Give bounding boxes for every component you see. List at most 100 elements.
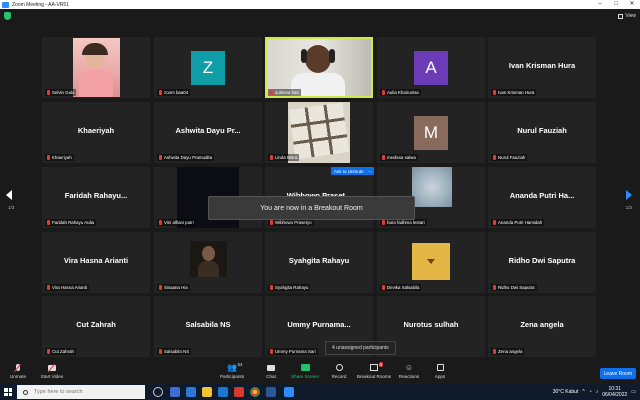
- participant-video: [73, 38, 120, 97]
- close-button[interactable]: ✕: [624, 0, 640, 9]
- participant-tile[interactable]: Faridah Rahayu... Faridah Rahayu Aulia: [42, 167, 150, 228]
- next-page-button[interactable]: [626, 190, 634, 202]
- minimize-button[interactable]: –: [592, 0, 608, 9]
- participant-tile[interactable]: Syahgita Rahayu Syahgita Rahayu: [265, 232, 373, 293]
- participant-tile[interactable]: Sisaana Hia: [154, 232, 262, 293]
- notifications-icon[interactable]: ▭: [631, 389, 636, 395]
- participant-name-label: Ashwita Dayu Pramudita: [157, 154, 215, 161]
- participant-tile[interactable]: Z zoom baa04: [154, 37, 262, 98]
- page-indicator-left: 1/3: [8, 205, 15, 210]
- ask-to-unmute-button[interactable]: Ask to Unmute: [331, 167, 367, 175]
- breakout-rooms-button[interactable]: 4 Breakout Rooms: [356, 362, 392, 379]
- unassigned-participants-notice[interactable]: 4 unassigned participants: [325, 341, 396, 355]
- chat-button[interactable]: Chat: [253, 363, 289, 379]
- edge-icon[interactable]: [186, 387, 196, 397]
- participant-name-label: Ananda Putri Hamidah: [491, 219, 545, 226]
- participant-name-label: Nurul Fauziah: [491, 154, 528, 161]
- apps-button[interactable]: Apps: [422, 363, 458, 379]
- participant-tile[interactable]: Khaeriyah Khaeriyah: [42, 102, 150, 163]
- participant-tile[interactable]: Cut Zahrah Cut Zahrah: [42, 296, 150, 357]
- participant-name-label: Faridah Rahayu Aulia: [45, 219, 96, 226]
- participant-name-label: Cut Zahrah: [45, 348, 76, 355]
- participant-name-label: Devika Salsabila: [380, 284, 422, 291]
- participant-name-label: Ridho Dwi Saputra: [491, 284, 537, 291]
- participant-tile[interactable]: Nurul Fauziah Nurul Fauziah: [488, 102, 596, 163]
- participant-tile[interactable]: Salsabila NS Salsabila NS: [154, 296, 262, 357]
- clock[interactable]: 10:31 06/04/2022: [602, 386, 627, 398]
- video-off-icon: [48, 363, 57, 372]
- mic-muted-icon: [270, 349, 273, 354]
- participants-button[interactable]: 👥 54 Participants: [214, 362, 250, 379]
- participant-tile[interactable]: A Aulia Khairunisa: [377, 37, 485, 98]
- grid-icon: [618, 13, 624, 19]
- participant-tile[interactable]: Vira Hasna Arianti Vira Hasna Arianti: [42, 232, 150, 293]
- weather-status[interactable]: 30°C Kabut: [553, 389, 579, 395]
- mic-muted-icon: [159, 155, 162, 160]
- file-explorer-icon[interactable]: [202, 387, 212, 397]
- chat-icon: [267, 363, 276, 372]
- view-button[interactable]: View: [618, 12, 636, 20]
- chevron-left-icon: [6, 190, 12, 200]
- tray-chevron-icon[interactable]: ^: [582, 389, 584, 395]
- participant-tile[interactable]: Ananda Putri Ha... Ananda Putri Hamidah: [488, 167, 596, 228]
- participant-name-label: Syahgita Rahayu: [268, 284, 311, 291]
- participant-tile[interactable]: Devika Salsabila: [377, 232, 485, 293]
- leave-room-button[interactable]: Leave Room: [599, 368, 636, 379]
- mail-icon[interactable]: [218, 387, 228, 397]
- network-icon[interactable]: ◔: [589, 389, 592, 395]
- zoom-taskbar-icon[interactable]: [284, 387, 294, 397]
- breakout-rooms-icon: 4: [370, 362, 384, 372]
- participant-display-name: Khaeriyah: [77, 126, 115, 135]
- volume-icon[interactable]: ♪: [596, 389, 599, 395]
- mic-muted-icon: [382, 90, 385, 95]
- participant-tile[interactable]: M medissa salwa: [377, 102, 485, 163]
- chrome-icon[interactable]: [250, 387, 260, 397]
- mic-muted-icon: [159, 285, 162, 290]
- previous-page-button[interactable]: [6, 190, 14, 202]
- mic-muted-icon: [47, 155, 50, 160]
- participant-name-label: Ummy Purnama Sari: [268, 348, 318, 355]
- office-icon[interactable]: [234, 387, 244, 397]
- search-icon: [23, 389, 28, 395]
- mic-muted-icon: [382, 220, 385, 225]
- title-bar: Zoom Meeting - AA-VR51 – □ ✕: [0, 0, 640, 9]
- participant-tile[interactable]: Linda Nitira: [265, 102, 373, 163]
- share-screen-button[interactable]: Share Screen: [287, 363, 323, 379]
- maximize-button[interactable]: □: [608, 0, 624, 9]
- word-icon[interactable]: [266, 387, 276, 397]
- meeting-controls-bar: Unmute Start Video 👥 54 Participants Chat…: [0, 360, 640, 384]
- participant-display-name: Ridho Dwi Saputra: [508, 256, 576, 265]
- taskbar-search-input[interactable]: [34, 389, 134, 395]
- active-speaker-tile[interactable]: sutrisna hati: [265, 37, 373, 98]
- participant-display-name: Nurul Fauziah: [517, 126, 567, 135]
- participant-tile[interactable]: Ivan Krisman Hura Ivan Krisman Hura: [488, 37, 596, 98]
- start-video-button[interactable]: Start Video: [34, 363, 70, 379]
- security-shield-icon[interactable]: [4, 12, 11, 20]
- mic-muted-icon: [493, 349, 496, 354]
- participant-name-label: Salsabila NS: [157, 348, 192, 355]
- participant-display-name: Salsabila NS: [185, 320, 231, 329]
- participant-tile[interactable]: Ridho Dwi Saputra Ridho Dwi Saputra: [488, 232, 596, 293]
- unmute-button[interactable]: Unmute: [0, 363, 36, 379]
- record-button[interactable]: Record: [321, 363, 357, 379]
- participant-tile[interactable]: Ashwita Dayu Pr... Ashwita Dayu Pramudit…: [154, 102, 262, 163]
- participant-tile[interactable]: Selvin Gulo: [42, 37, 150, 98]
- taskbar-search[interactable]: [17, 385, 145, 399]
- app-icon[interactable]: [170, 387, 180, 397]
- task-view-icon[interactable]: [153, 387, 163, 397]
- participant-name-label: Linda Nitira: [268, 154, 300, 161]
- mic-muted-icon: [493, 220, 496, 225]
- participant-avatar: M: [414, 116, 448, 150]
- participant-name-label: sutrisna hati: [268, 89, 301, 96]
- participant-display-name: Ivan Krisman Hura: [508, 61, 576, 70]
- participant-video: [412, 167, 452, 207]
- more-options-button[interactable]: ...: [366, 167, 374, 175]
- apps-icon: [436, 363, 445, 372]
- windows-start-icon[interactable]: [4, 388, 12, 396]
- system-tray: 30°C Kabut ^ ◔ ♪ 10:31 06/04/2022 ▭: [553, 386, 636, 398]
- participant-video: [412, 243, 450, 280]
- participant-tile[interactable]: Zena angela Zena angela: [488, 296, 596, 357]
- zoom-app-icon: [2, 1, 9, 8]
- mic-muted-icon: [47, 285, 50, 290]
- participant-name-label: Zena angela: [491, 348, 525, 355]
